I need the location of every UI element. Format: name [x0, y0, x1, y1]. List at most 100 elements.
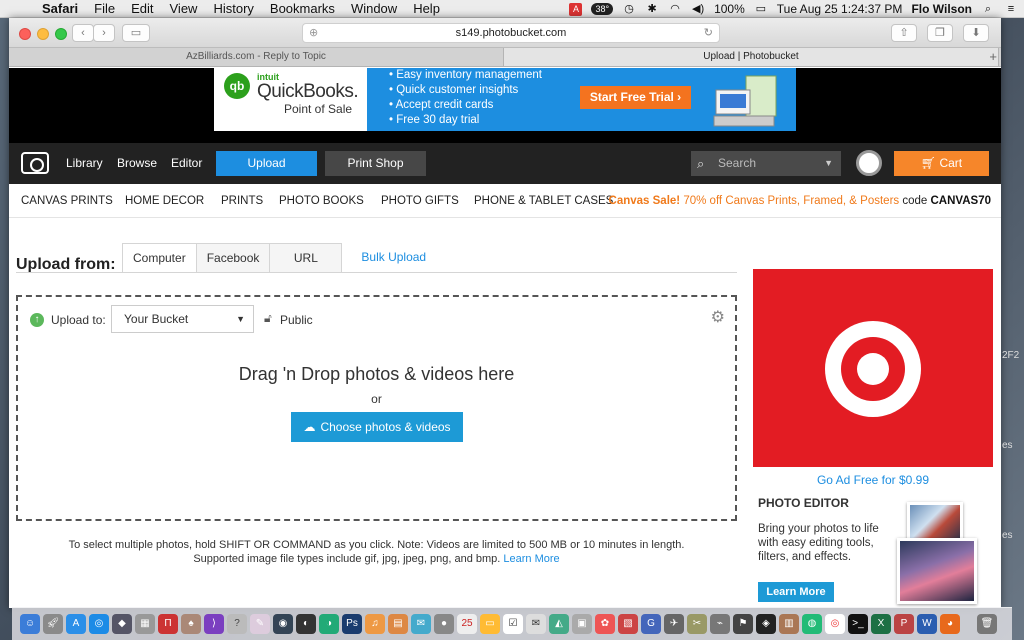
- tab-computer[interactable]: Computer: [122, 243, 197, 273]
- photos-icon[interactable]: ✿: [595, 614, 615, 634]
- photo-editor-learn-more-button[interactable]: Learn More: [758, 582, 834, 602]
- subnav-prints[interactable]: PRINTS: [221, 184, 263, 218]
- warning-icon[interactable]: A: [569, 2, 583, 16]
- learn-more-link[interactable]: Learn More: [503, 553, 559, 565]
- menu-window[interactable]: Window: [343, 0, 405, 18]
- app-icon[interactable]: ▦: [135, 614, 155, 634]
- help-icon[interactable]: ?: [227, 614, 247, 634]
- app-icon[interactable]: ✂: [687, 614, 707, 634]
- subnav-photo-books[interactable]: PHOTO BOOKS: [279, 184, 364, 218]
- nav-print-shop[interactable]: Print Shop: [325, 151, 426, 176]
- subnav-phone-tablet-cases[interactable]: PHONE & TABLET CASES: [474, 184, 613, 218]
- avatar[interactable]: [856, 150, 882, 176]
- canvas-sale-promo[interactable]: Canvas Sale! 70% off Canvas Prints, Fram…: [609, 184, 991, 218]
- minimize-window-button[interactable]: [37, 28, 49, 40]
- app-icon[interactable]: ●: [434, 614, 454, 634]
- app-icon[interactable]: ⚑: [733, 614, 753, 634]
- menubar-user[interactable]: Flo Wilson: [911, 2, 972, 16]
- app-icon[interactable]: ✉: [526, 614, 546, 634]
- nav-library[interactable]: Library: [66, 143, 103, 184]
- subnav-canvas-prints[interactable]: CANVAS PRINTS: [21, 184, 113, 218]
- tab-facebook[interactable]: Facebook: [195, 243, 271, 273]
- app-icon[interactable]: ✎: [250, 614, 270, 634]
- photobucket-logo-icon[interactable]: [21, 152, 49, 174]
- volume-icon[interactable]: ◀): [691, 3, 705, 15]
- back-button[interactable]: ‹: [72, 24, 94, 42]
- menu-edit[interactable]: Edit: [123, 0, 161, 18]
- app-icon[interactable]: ◉: [273, 614, 293, 634]
- itunes-icon[interactable]: ♫: [365, 614, 385, 634]
- notification-center-icon[interactable]: ≡: [1004, 3, 1018, 15]
- battery-percent[interactable]: 100%: [714, 2, 745, 16]
- close-window-button[interactable]: [19, 28, 31, 40]
- firefox-icon[interactable]: ◕: [940, 614, 960, 634]
- app-store-icon[interactable]: A: [66, 614, 86, 634]
- subnav-home-decor[interactable]: HOME DECOR: [125, 184, 204, 218]
- sidebar-toggle-button[interactable]: ▭: [122, 24, 150, 42]
- safari-icon[interactable]: ◎: [89, 614, 109, 634]
- wifi-icon[interactable]: ◠: [668, 3, 682, 15]
- trash-icon[interactable]: 🗑︎: [977, 614, 997, 634]
- app-icon[interactable]: ⌁: [710, 614, 730, 634]
- downloads-button[interactable]: ⬇: [963, 24, 989, 42]
- app-icon[interactable]: Π: [158, 614, 178, 634]
- menubar-clock[interactable]: Tue Aug 25 1:24:37 PM: [777, 2, 903, 16]
- unlock-icon[interactable]: 🔓︎: [264, 311, 272, 326]
- spotlight-search-icon[interactable]: ⌕: [981, 3, 995, 15]
- tab-url[interactable]: URL: [269, 243, 343, 273]
- chevron-down-icon[interactable]: ▼: [824, 151, 833, 176]
- terminal-icon[interactable]: >_: [848, 614, 868, 634]
- menu-help[interactable]: Help: [405, 0, 448, 18]
- app-icon[interactable]: ♠: [181, 614, 201, 634]
- launchpad-icon[interactable]: 🚀︎: [43, 614, 63, 634]
- nav-editor[interactable]: Editor: [171, 143, 202, 184]
- app-icon[interactable]: ▣: [572, 614, 592, 634]
- app-icon[interactable]: ◍: [802, 614, 822, 634]
- word-icon[interactable]: W: [917, 614, 937, 634]
- browser-tab-photobucket[interactable]: Upload | Photobucket: [504, 48, 999, 66]
- reload-icon[interactable]: ↻: [704, 24, 713, 42]
- menu-file[interactable]: File: [86, 0, 123, 18]
- messages-icon[interactable]: ✉: [411, 614, 431, 634]
- privacy-toggle[interactable]: Public: [280, 313, 313, 327]
- menu-app-safari[interactable]: Safari: [34, 0, 86, 18]
- notes-icon[interactable]: ▭: [480, 614, 500, 634]
- cart-button[interactable]: 🛒︎ Cart: [894, 151, 989, 176]
- battery-icon[interactable]: ▭: [754, 3, 768, 15]
- bulk-upload-link[interactable]: Bulk Upload: [351, 243, 436, 273]
- app-icon[interactable]: ◐: [296, 614, 316, 634]
- upload-dropzone[interactable]: ↑ Upload to: Your Bucket ▼ 🔓︎ Public ⚙ D…: [16, 295, 737, 521]
- nav-browse[interactable]: Browse: [117, 143, 157, 184]
- app-icon[interactable]: ◈: [756, 614, 776, 634]
- maps-icon[interactable]: ◭: [549, 614, 569, 634]
- chrome-icon[interactable]: ◎: [825, 614, 845, 634]
- choose-photos-button[interactable]: ☁ Choose photos & videos: [291, 412, 463, 442]
- menu-history[interactable]: History: [205, 0, 261, 18]
- menu-bookmarks[interactable]: Bookmarks: [262, 0, 343, 18]
- address-bar[interactable]: ⊕ s149.photobucket.com ↻: [302, 23, 720, 43]
- excel-icon[interactable]: X: [871, 614, 891, 634]
- forward-button[interactable]: ›: [93, 24, 115, 42]
- bucket-select[interactable]: Your Bucket ▼: [111, 305, 254, 333]
- nav-upload[interactable]: Upload: [216, 151, 317, 176]
- app-icon[interactable]: G: [641, 614, 661, 634]
- show-tabs-button[interactable]: ❐: [927, 24, 953, 42]
- quickbooks-ad[interactable]: qb intuit QuickBooks. Point of Sale Easy…: [214, 68, 796, 131]
- app-icon[interactable]: ▧: [618, 614, 638, 634]
- app-icon[interactable]: ◑: [319, 614, 339, 634]
- menu-view[interactable]: View: [162, 0, 206, 18]
- target-ad[interactable]: [753, 269, 993, 467]
- browser-tab-azbilliards[interactable]: AzBilliards.com - Reply to Topic: [9, 48, 504, 66]
- app-icon[interactable]: ▥: [779, 614, 799, 634]
- go-ad-free-link[interactable]: Go Ad Free for $0.99: [753, 473, 993, 487]
- calendar-icon[interactable]: 25: [457, 614, 477, 634]
- powerpoint-icon[interactable]: P: [894, 614, 914, 634]
- start-free-trial-button[interactable]: Start Free Trial ›: [580, 86, 691, 109]
- new-tab-icon[interactable]: +: [989, 48, 997, 66]
- temperature-badge[interactable]: 38°: [591, 3, 614, 15]
- time-machine-icon[interactable]: ◷: [622, 3, 636, 15]
- finder-icon[interactable]: ☺: [20, 614, 40, 634]
- zoom-window-button[interactable]: [55, 28, 67, 40]
- reminders-icon[interactable]: ☑: [503, 614, 523, 634]
- share-button[interactable]: ⇧: [891, 24, 917, 42]
